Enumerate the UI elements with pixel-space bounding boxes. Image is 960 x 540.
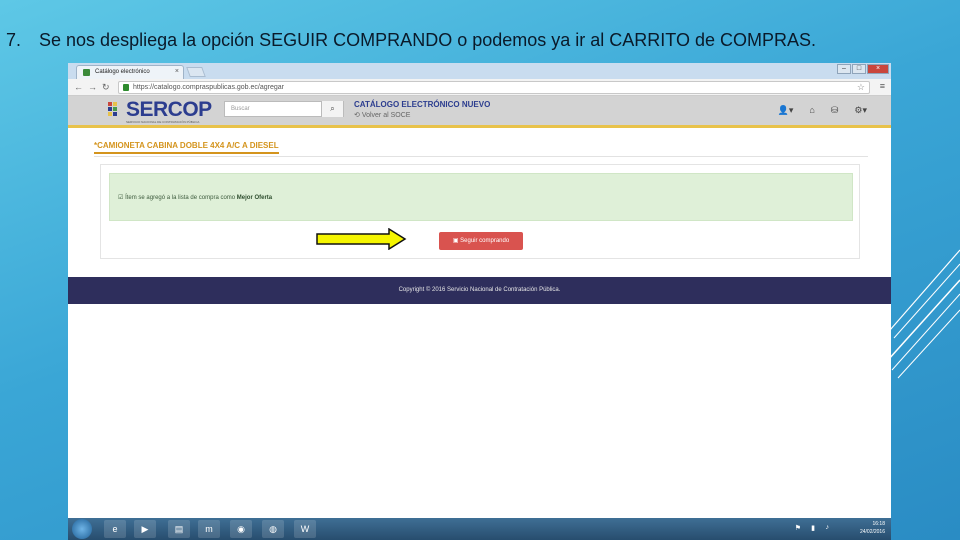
site-footer: Copyright © 2016 Servicio Nacional de Co… bbox=[68, 277, 891, 304]
result-panel: ☑ Ítem se agregó a la lista de compra co… bbox=[100, 164, 860, 259]
tab-title: Catálogo electrónico bbox=[95, 69, 150, 75]
media-player-icon[interactable]: ▶ bbox=[134, 520, 156, 538]
user-icon[interactable]: 👤▾ bbox=[778, 105, 794, 116]
url-text: https://catalogo.compraspublicas.gob.ec/… bbox=[133, 84, 284, 91]
cart-button-icon: ▣ bbox=[452, 238, 459, 244]
volume-icon[interactable]: ♪ bbox=[826, 524, 830, 531]
catalog-title: CATÁLOGO ELECTRÓNICO NUEVO bbox=[354, 100, 491, 109]
chrome-icon[interactable]: ◉ bbox=[230, 520, 252, 538]
check-icon: ☑ bbox=[118, 195, 124, 201]
network-icon[interactable]: ▮ bbox=[811, 524, 815, 532]
back-to-soce-link[interactable]: ⟲ Volver al SOCE bbox=[354, 111, 410, 119]
cart-icon[interactable]: ⛁ bbox=[831, 105, 839, 116]
alert-bold-text: Mejor Oferta bbox=[236, 195, 273, 201]
search-icon: ⌕ bbox=[330, 104, 335, 113]
back-icon[interactable]: ← bbox=[74, 82, 83, 92]
address-bar-row: ← → ↻ https://catalogo.compraspublicas.g… bbox=[68, 79, 891, 96]
favicon-icon bbox=[83, 69, 90, 76]
gear-icon[interactable]: ⚙▾ bbox=[854, 105, 867, 116]
browser-screenshot: Catálogo electrónico × – □ × ← → ↻ https… bbox=[68, 63, 891, 540]
close-window-button[interactable]: × bbox=[867, 64, 889, 74]
word-icon[interactable]: W bbox=[294, 520, 316, 538]
logo-mark-icon bbox=[108, 102, 117, 116]
browser-menu-icon[interactable]: ≡ bbox=[880, 81, 885, 91]
slide-number: 7. bbox=[6, 30, 22, 50]
clock-date: 24/02/2016 bbox=[859, 529, 885, 535]
site-header: SERCOP SERVICIO NACIONAL DE CONTRATACIÓN… bbox=[68, 96, 891, 128]
firefox-icon[interactable]: ◍ bbox=[262, 520, 284, 538]
logo-tagline: SERVICIO NACIONAL DE CONTRATACIÓN PÚBLIC… bbox=[126, 120, 200, 124]
product-title: *CAMIONETA CABINA DOBLE 4X4 A/C A DIESEL bbox=[94, 141, 279, 154]
sercop-logo[interactable]: SERCOP SERVICIO NACIONAL DE CONTRATACIÓN… bbox=[108, 98, 218, 126]
browser-tab[interactable]: Catálogo electrónico × bbox=[76, 65, 184, 79]
home-icon[interactable]: ⌂ bbox=[809, 105, 814, 116]
alert-text: Ítem se agregó a la lista de compra como bbox=[125, 195, 236, 201]
slide-title: 7. Se nos despliega la opción SEGUIR COMP… bbox=[6, 30, 816, 51]
reload-icon[interactable]: ↻ bbox=[102, 82, 110, 93]
start-button[interactable] bbox=[72, 519, 92, 539]
ie-icon[interactable]: e bbox=[104, 520, 126, 538]
windows-taskbar: e ▶ ▤ m ◉ ◍ W ⚑ ▮ ♪ 16:18 24/02/2016 bbox=[68, 518, 891, 540]
slide-title-text: Se nos despliega la opción SEGUIR COMPRA… bbox=[39, 30, 816, 50]
divider bbox=[94, 156, 868, 157]
app-icon[interactable]: m bbox=[198, 520, 220, 538]
continue-shopping-label: Seguir comprando bbox=[460, 238, 510, 244]
forward-icon[interactable]: → bbox=[88, 82, 97, 92]
clock[interactable]: 16:18 24/02/2016 bbox=[860, 520, 885, 536]
url-field[interactable]: https://catalogo.compraspublicas.gob.ec/… bbox=[118, 81, 870, 94]
logo-text: SERCOP bbox=[126, 98, 212, 121]
close-tab-icon[interactable]: × bbox=[175, 68, 179, 75]
continue-shopping-button[interactable]: ▣ Seguir comprando bbox=[439, 232, 523, 250]
new-tab-button[interactable] bbox=[186, 67, 206, 77]
maximize-button[interactable]: □ bbox=[852, 64, 866, 74]
clock-time: 16:18 bbox=[872, 521, 885, 527]
flag-icon[interactable]: ⚑ bbox=[795, 524, 801, 532]
bookmark-star-icon[interactable]: ☆ bbox=[857, 82, 865, 93]
header-icons: 👤▾ ⌂ ⛁ ⚙▾ bbox=[778, 105, 867, 116]
folder-icon[interactable]: ▤ bbox=[168, 520, 190, 538]
pointer-arrow-icon bbox=[316, 228, 407, 250]
back-to-soce-label: Volver al SOCE bbox=[361, 112, 411, 119]
minimize-button[interactable]: – bbox=[837, 64, 851, 74]
window-controls: – □ × bbox=[837, 64, 889, 74]
lock-icon bbox=[123, 84, 129, 91]
search-button[interactable]: ⌕ bbox=[321, 101, 343, 117]
decorative-lines bbox=[880, 220, 960, 380]
tab-bar: Catálogo electrónico × – □ × bbox=[68, 63, 891, 79]
success-alert: ☑ Ítem se agregó a la lista de compra co… bbox=[109, 173, 853, 221]
